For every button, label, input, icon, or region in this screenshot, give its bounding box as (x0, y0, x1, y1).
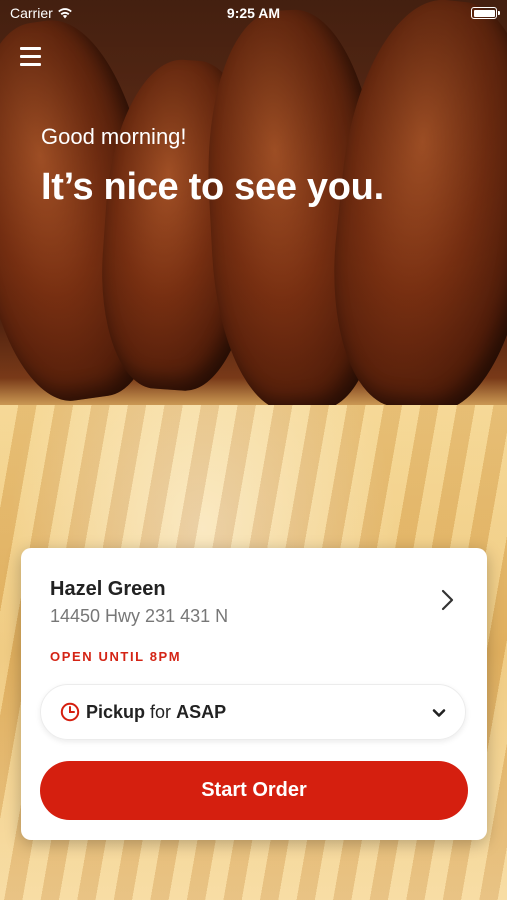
location-card: Hazel Green 14450 Hwy 231 431 N OPEN UNT… (21, 548, 487, 840)
order-time: ASAP (176, 701, 227, 722)
chevron-right-icon[interactable] (435, 588, 459, 612)
clock-icon (60, 702, 80, 722)
store-hours-badge: OPEN UNTIL 8PM (50, 649, 182, 664)
greeting-text: Good morning! (41, 124, 187, 149)
chevron-down-icon[interactable] (429, 703, 449, 723)
store-name[interactable]: Hazel Green (50, 578, 166, 601)
battery-icon (471, 7, 500, 19)
order-method: Pickup (86, 701, 146, 722)
start-order-button[interactable]: Start Order (40, 761, 468, 820)
status-time: 9:25 AM (226, 5, 281, 21)
welcome-headline: It’s nice to see you. (41, 166, 384, 208)
hamburger-menu-icon[interactable] (20, 47, 41, 67)
pickup-time-selector[interactable]: Pickup for ASAP (40, 684, 466, 740)
store-address[interactable]: 14450 Hwy 231 431 N (50, 606, 228, 627)
order-connector: for (150, 701, 172, 722)
pickup-summary: Pickup for ASAP (86, 702, 226, 723)
status-bar: Carrier 9:25 AM (0, 0, 507, 28)
